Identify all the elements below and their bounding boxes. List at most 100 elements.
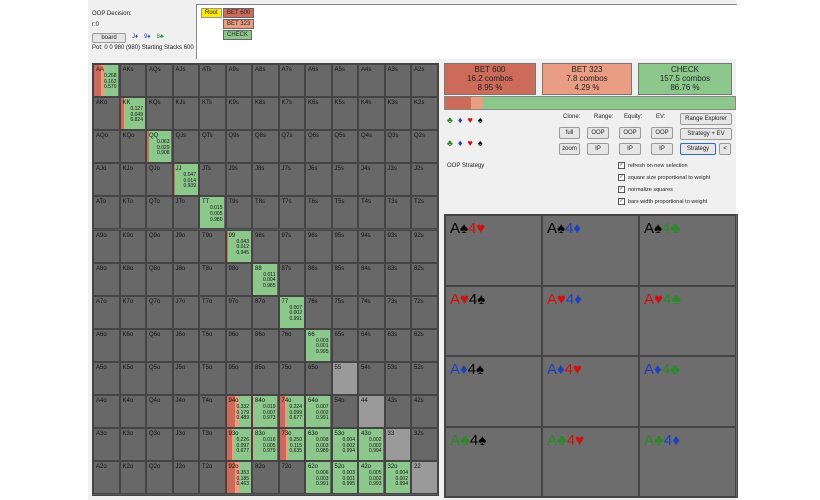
hand-cell-k2o[interactable]: K2o: [119, 461, 146, 495]
hand-cell-k7s[interactable]: K7s: [278, 97, 305, 131]
hand-cell-98o[interactable]: 98o: [225, 262, 252, 296]
checkbox-box[interactable]: ✓: [618, 198, 625, 205]
hand-cell-62s[interactable]: 62s: [411, 328, 438, 362]
zoom-button[interactable]: zoom: [559, 143, 580, 155]
combo-cell[interactable]: A♥4♠: [445, 285, 542, 356]
hand-cell-ajs[interactable]: AJs: [172, 64, 199, 98]
hand-cell-q7s[interactable]: Q7s: [278, 130, 305, 164]
hand-cell-83o[interactable]: 0.016 0.005 0.979 83o: [252, 428, 279, 462]
hand-cell-a4s[interactable]: A4s: [358, 64, 385, 98]
hand-cell-q4o[interactable]: Q4o: [146, 395, 173, 429]
combo-cell[interactable]: A♣4♦: [639, 426, 736, 497]
hand-cell-65o[interactable]: 65o: [305, 361, 332, 395]
hand-cell-44[interactable]: 44: [358, 395, 385, 429]
hand-cell-t6s[interactable]: T6s: [305, 196, 332, 230]
hand-cell-t8s[interactable]: T8s: [252, 196, 279, 230]
hand-cell-j5o[interactable]: J5o: [172, 361, 199, 395]
hand-cell-97o[interactable]: 97o: [225, 295, 252, 329]
strategy-ev-button[interactable]: Strategy + EV: [680, 128, 732, 140]
combo-cell[interactable]: A♦4♠: [445, 356, 542, 427]
hand-cell-j2s[interactable]: J2s: [411, 163, 438, 197]
suit-filter-icon[interactable]: ♣: [447, 115, 453, 125]
hand-cell-aks[interactable]: AKs: [119, 64, 146, 98]
hand-cell-73o[interactable]: 0.250 0.115 0.635 73o: [278, 428, 305, 462]
hand-cell-a6o[interactable]: A6o: [93, 328, 120, 362]
hand-cell-63o[interactable]: 0.008 0.003 0.989 63o: [305, 428, 332, 462]
tree-node-bet-600[interactable]: BET 600: [223, 8, 255, 18]
hand-cell-q9o[interactable]: Q9o: [146, 229, 173, 263]
hand-cell-a8o[interactable]: A8o: [93, 262, 120, 296]
hand-cell-k7o[interactable]: K7o: [119, 295, 146, 329]
hand-cell-j9o[interactable]: J9o: [172, 229, 199, 263]
hand-cell-jto[interactable]: JTo: [172, 196, 199, 230]
hand-cell-82o[interactable]: 82o: [252, 461, 279, 495]
combo-cell[interactable]: A♠4♥: [445, 215, 542, 286]
range-grid[interactable]: 0.268 0.162 0.570 AA AKs AQs AJs ATs A9s A8s A7s A6…: [92, 63, 439, 496]
hand-cell-j6s[interactable]: J6s: [305, 163, 332, 197]
hand-cell-95o[interactable]: 95o: [225, 361, 252, 395]
hand-cell-j8o[interactable]: J8o: [172, 262, 199, 296]
range-oop-button[interactable]: OOP: [587, 127, 609, 139]
hand-cell-j8s[interactable]: J8s: [252, 163, 279, 197]
hand-cell-j2o[interactable]: J2o: [172, 461, 199, 495]
hand-cell-qjs[interactable]: QJs: [172, 130, 199, 164]
hand-cell-kqo[interactable]: KQo: [119, 130, 146, 164]
hand-cell-82s[interactable]: 82s: [411, 262, 438, 296]
hand-cell-ato[interactable]: ATo: [93, 196, 120, 230]
hand-cell-64o[interactable]: 0.007 0.002 0.991 64o: [305, 395, 332, 429]
ev-oop-button[interactable]: OOP: [651, 127, 673, 139]
hand-cell-76o[interactable]: 76o: [278, 328, 305, 362]
suit-filter-icon[interactable]: ♦: [458, 138, 463, 148]
hand-cell-ats[interactable]: ATs: [199, 64, 226, 98]
ev-ip-button[interactable]: IP: [651, 143, 673, 155]
hand-cell-qto[interactable]: QTo: [146, 196, 173, 230]
hand-cell-q5s[interactable]: Q5s: [331, 130, 358, 164]
hand-cell-qts[interactable]: QTs: [199, 130, 226, 164]
combo-cell[interactable]: A♣4♠: [445, 426, 542, 497]
hand-cell-q8o[interactable]: Q8o: [146, 262, 173, 296]
hand-cell-66[interactable]: 0.003 0.001 0.995 66: [305, 328, 332, 362]
hand-cell-94s[interactable]: 94s: [358, 229, 385, 263]
hand-cell-jts[interactable]: JTs: [199, 163, 226, 197]
combo-cell[interactable]: A♠4♦: [542, 215, 639, 286]
hand-cell-77[interactable]: 0.007 0.002 0.991 77: [278, 295, 305, 329]
hand-cell-53s[interactable]: 53s: [384, 361, 411, 395]
suit-filter-icon[interactable]: ♠: [478, 115, 483, 125]
hand-cell-t7s[interactable]: T7s: [278, 196, 305, 230]
hand-cell-j6o[interactable]: J6o: [172, 328, 199, 362]
hand-cell-92o[interactable]: 0.353 0.185 0.463 92o: [225, 461, 252, 495]
hand-cell-63s[interactable]: 63s: [384, 328, 411, 362]
hand-cell-j3o[interactable]: J3o: [172, 428, 199, 462]
tree-root[interactable]: Root: [201, 8, 222, 18]
hand-cell-kjo[interactable]: KJo: [119, 163, 146, 197]
hand-cell-t3o[interactable]: T3o: [199, 428, 226, 462]
hand-cell-42o[interactable]: 0.005 0.002 0.993 42o: [358, 461, 385, 495]
hand-cell-a3s[interactable]: A3s: [384, 64, 411, 98]
hand-cell-k6s[interactable]: K6s: [305, 97, 332, 131]
hand-cell-t4o[interactable]: T4o: [199, 395, 226, 429]
hand-cell-q3s[interactable]: Q3s: [384, 130, 411, 164]
hand-cell-87s[interactable]: 87s: [278, 262, 305, 296]
full-button[interactable]: full: [559, 127, 580, 139]
hand-cell-t3s[interactable]: T3s: [384, 196, 411, 230]
hand-cell-73s[interactable]: 73s: [384, 295, 411, 329]
hand-cell-tt[interactable]: 0.015 0.005 0.980 TT: [199, 196, 226, 230]
hand-cell-a4o[interactable]: A4o: [93, 395, 120, 429]
hand-cell-j4s[interactable]: J4s: [358, 163, 385, 197]
hand-cell-a5o[interactable]: A5o: [93, 361, 120, 395]
hand-cell-q5o[interactable]: Q5o: [146, 361, 173, 395]
hand-cell-75o[interactable]: 75o: [278, 361, 305, 395]
hand-cell-62o[interactable]: 0.006 0.003 0.991 62o: [305, 461, 332, 495]
hand-cell-32s[interactable]: 32s: [411, 428, 438, 462]
hand-cell-aa[interactable]: 0.268 0.162 0.570 AA: [93, 64, 120, 98]
hand-cell-k5o[interactable]: K5o: [119, 361, 146, 395]
hand-cell-54s[interactable]: 54s: [358, 361, 385, 395]
hand-cell-22[interactable]: 22: [411, 461, 438, 495]
hand-cell-84o[interactable]: 0.019 0.007 0.973 84o: [252, 395, 279, 429]
hand-cell-74s[interactable]: 74s: [358, 295, 385, 329]
hand-cell-qq[interactable]: 0.063 0.029 0.908 QQ: [146, 130, 173, 164]
option-checkbox[interactable]: ✓ refresh on new selection: [618, 162, 688, 169]
suit-filter-icon[interactable]: ♥: [468, 138, 473, 148]
hand-cell-74o[interactable]: 0.224 0.099 0.677 74o: [278, 395, 305, 429]
hand-cell-t2s[interactable]: T2s: [411, 196, 438, 230]
